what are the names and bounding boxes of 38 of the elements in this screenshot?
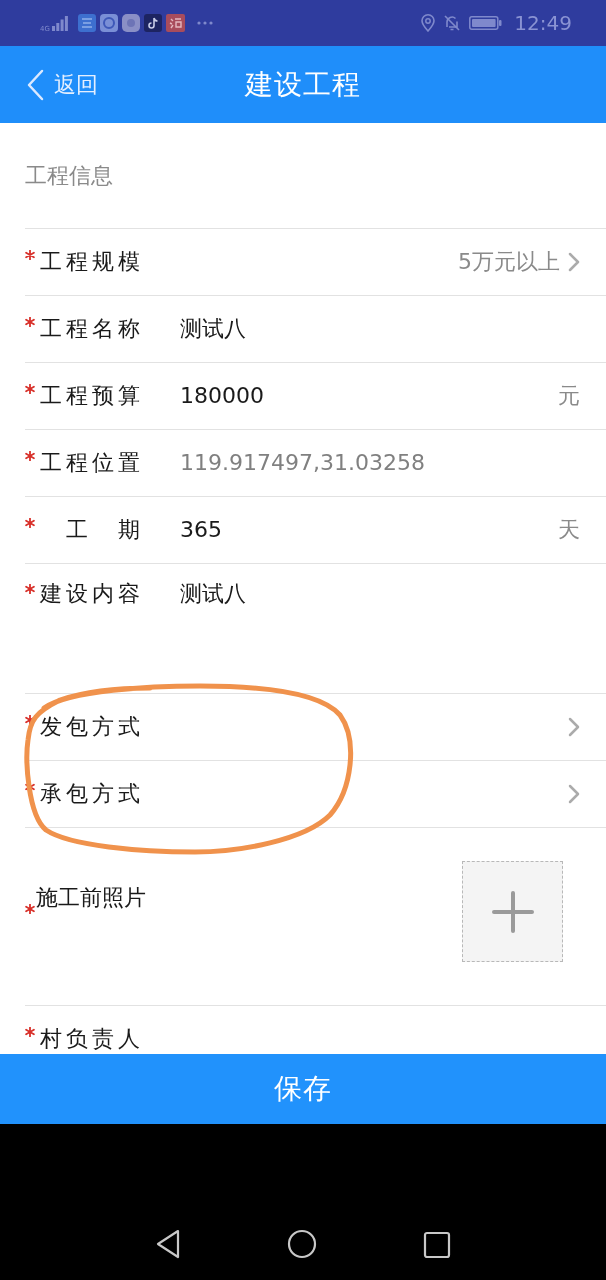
location-pin-icon — [421, 14, 436, 32]
back-chevron-icon — [26, 68, 44, 101]
textarea-field[interactable]: 测试八 — [180, 579, 580, 675]
app-notification-icon — [121, 14, 140, 32]
home-nav-icon[interactable] — [287, 1229, 317, 1259]
field-label: 工程位置 — [40, 449, 144, 477]
more-icon — [196, 21, 213, 25]
field-label: 建设内容 — [40, 580, 144, 608]
signal-bars-icon — [51, 15, 68, 31]
add-photo-button[interactable] — [462, 861, 563, 962]
page-title: 建设工程 — [245, 66, 361, 103]
app-notification-icon — [77, 14, 96, 32]
chevron-right-icon — [568, 252, 580, 272]
text-input[interactable]: 180000 — [180, 381, 550, 411]
back-nav-icon[interactable] — [155, 1229, 181, 1259]
field-label: 工 期 — [65, 516, 144, 544]
plus-icon — [491, 890, 534, 933]
recents-nav-icon[interactable] — [423, 1231, 451, 1259]
text-input[interactable]: 365 — [180, 515, 550, 545]
clock-time: 12:49 — [514, 11, 572, 35]
unit-label: 元 — [558, 382, 580, 410]
text-input[interactable]: 测试八 — [180, 314, 580, 344]
field-label: 承包方式 — [40, 780, 144, 808]
field-label: 施工前照片 — [36, 884, 146, 912]
app-notification-icon — [143, 14, 162, 32]
field-label: 工程预算 — [40, 382, 144, 410]
app-notification-icon — [99, 14, 118, 32]
battery-icon — [469, 16, 503, 30]
section-title: 工程信息 — [25, 161, 113, 190]
field-label: 发包方式 — [40, 713, 144, 741]
field-label: 村负责人 — [40, 1025, 144, 1053]
chevron-right-icon — [568, 717, 580, 737]
field-label: 工程规模 — [40, 248, 144, 276]
app-notification-icon — [165, 14, 185, 32]
bell-slash-icon — [443, 14, 462, 32]
field-label: 工程名称 — [40, 315, 144, 343]
chevron-right-icon — [568, 784, 580, 804]
unit-label: 天 — [558, 516, 580, 544]
